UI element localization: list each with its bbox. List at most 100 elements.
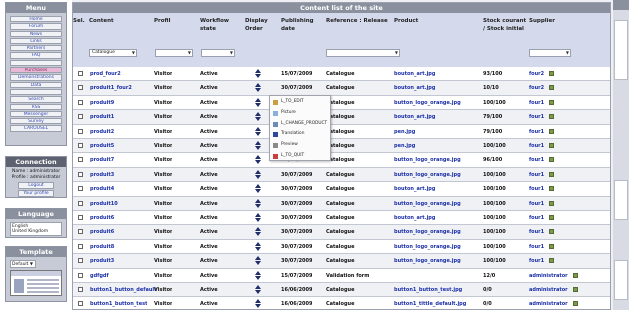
- product-link[interactable]: button_logo_orange.jpg: [394, 96, 461, 110]
- sidebar-item-news[interactable]: News: [10, 30, 62, 37]
- row-select-checkbox[interactable]: [78, 128, 83, 134]
- language-select[interactable]: English United Kingdom: [10, 222, 62, 236]
- arrow-up-icon[interactable]: [255, 256, 261, 261]
- sidebar-item-messenger[interactable]: Messenger: [10, 110, 62, 118]
- row-select-checkbox[interactable]: [78, 143, 83, 148]
- row-select-checkbox[interactable]: [78, 171, 83, 177]
- supplier-link[interactable]: four1: [529, 110, 544, 124]
- product-link[interactable]: button1_button_test.jpg: [394, 283, 462, 297]
- content-link[interactable]: produit10: [90, 197, 118, 211]
- supplier-image-icon[interactable]: [549, 243, 554, 249]
- supplier-image-icon[interactable]: [549, 258, 554, 264]
- arrow-up-icon[interactable]: [255, 227, 261, 232]
- your-profile-button[interactable]: Your profile: [18, 190, 54, 197]
- supplier-link[interactable]: four1: [529, 139, 544, 153]
- col-publishing-date[interactable]: Publishing date: [281, 17, 319, 33]
- arrow-down-icon[interactable]: [255, 189, 261, 194]
- arrow-up-icon[interactable]: [255, 270, 261, 275]
- product-link[interactable]: button_logo_orange.jpg: [394, 240, 461, 254]
- arrow-up-icon[interactable]: [255, 69, 261, 73]
- row-select-checkbox[interactable]: [78, 287, 83, 292]
- supplier-link[interactable]: four1: [529, 254, 544, 268]
- content-link[interactable]: produit4: [90, 182, 114, 196]
- arrow-up-icon[interactable]: [255, 112, 261, 117]
- arrow-up-icon[interactable]: [255, 184, 261, 189]
- content-link[interactable]: button1_button_test: [90, 297, 147, 309]
- supplier-link[interactable]: four1: [529, 197, 544, 211]
- supplier-link[interactable]: four1: [529, 225, 544, 239]
- supplier-image-icon[interactable]: [549, 186, 554, 192]
- supplier-link[interactable]: administrator: [529, 283, 568, 297]
- content-link[interactable]: produit5: [90, 139, 114, 153]
- arrow-down-icon[interactable]: [255, 174, 261, 179]
- row-select-checkbox[interactable]: [78, 99, 83, 105]
- supplier-link[interactable]: four1: [529, 168, 544, 182]
- sidebar-item-survey[interactable]: Survey: [10, 118, 62, 125]
- sidebar-item-rss[interactable]: RSS: [10, 103, 62, 110]
- product-link[interactable]: bouton_art.jpg: [394, 81, 435, 95]
- content-link[interactable]: produit6: [90, 225, 114, 239]
- arrow-down-icon[interactable]: [255, 275, 261, 280]
- supplier-link[interactable]: four1: [529, 153, 544, 167]
- product-link[interactable]: bouton_art.jpg: [394, 110, 435, 124]
- arrow-down-icon[interactable]: [255, 160, 261, 165]
- content-link[interactable]: button1_button_default: [90, 283, 157, 297]
- arrow-up-icon[interactable]: [255, 285, 261, 289]
- sidebar-item-purchases[interactable]: Purchases: [10, 67, 62, 74]
- supplier-link[interactable]: four1: [529, 240, 544, 254]
- supplier-image-icon[interactable]: [573, 301, 578, 307]
- supplier-image-icon[interactable]: [549, 99, 554, 105]
- arrow-down-icon[interactable]: [255, 246, 261, 251]
- arrow-up-icon[interactable]: [255, 126, 261, 131]
- sidebar-item-partners[interactable]: Partners: [10, 45, 62, 52]
- product-link[interactable]: pen.jpg: [394, 139, 415, 153]
- content-link[interactable]: produit1_four2: [90, 81, 132, 95]
- arrow-down-icon[interactable]: [255, 102, 261, 107]
- arrow-up-icon[interactable]: [255, 299, 261, 304]
- product-link[interactable]: button_logo_orange.jpg: [394, 225, 461, 239]
- arrow-up-icon[interactable]: [255, 155, 261, 160]
- sidebar-item-links[interactable]: Links: [10, 37, 62, 45]
- row-select-checkbox[interactable]: [78, 215, 83, 220]
- col-profil[interactable]: Profil: [154, 17, 170, 25]
- supplier-link[interactable]: four1: [529, 211, 544, 225]
- arrow-down-icon[interactable]: [255, 290, 261, 294]
- content-link[interactable]: produit3: [90, 254, 114, 268]
- arrow-down-icon[interactable]: [255, 232, 261, 237]
- row-select-checkbox[interactable]: [78, 114, 83, 120]
- context-menu-item-preview[interactable]: Preview: [271, 140, 330, 150]
- supplier-link[interactable]: four2: [529, 67, 544, 81]
- arrow-up-icon[interactable]: [255, 198, 261, 203]
- supplier-link[interactable]: four2: [529, 81, 544, 95]
- arrow-down-icon[interactable]: [255, 304, 261, 309]
- supplier-image-icon[interactable]: [549, 171, 554, 177]
- content-filter-select[interactable]: Catalogue ▼: [89, 49, 137, 57]
- workflow-filter-select[interactable]: ▼: [201, 49, 235, 57]
- supplier-image-icon[interactable]: [549, 229, 554, 235]
- arrow-down-icon[interactable]: [255, 131, 261, 136]
- sidebar-item-carousel[interactable]: CAROUSEL: [10, 125, 62, 132]
- row-select-checkbox[interactable]: [78, 301, 83, 307]
- col-content[interactable]: Content: [89, 17, 114, 25]
- arrow-down-icon[interactable]: [255, 146, 261, 150]
- arrow-down-icon[interactable]: [255, 117, 261, 122]
- supplier-link[interactable]: four1: [529, 182, 544, 196]
- supplier-image-icon[interactable]: [573, 287, 578, 292]
- product-link[interactable]: pen.jpg: [394, 125, 415, 139]
- supplier-link[interactable]: administrator: [529, 269, 568, 283]
- sidebar-item-forum[interactable]: Forum: [10, 23, 62, 30]
- arrow-up-icon[interactable]: [255, 169, 261, 174]
- supplier-link[interactable]: four1: [529, 125, 544, 139]
- supplier-image-icon[interactable]: [549, 71, 554, 76]
- supplier-link[interactable]: administrator: [529, 297, 568, 309]
- arrow-up-icon[interactable]: [255, 141, 261, 145]
- sidebar-item-search[interactable]: Search: [10, 96, 62, 103]
- product-link[interactable]: bouton_art.jpg: [394, 211, 435, 225]
- row-select-checkbox[interactable]: [78, 85, 83, 91]
- supplier-filter-select[interactable]: ▼: [529, 49, 571, 57]
- supplier-link[interactable]: four1: [529, 96, 544, 110]
- col-workflow-state[interactable]: Workflow state: [200, 17, 240, 33]
- product-link[interactable]: button_logo_orange.jpg: [394, 197, 461, 211]
- supplier-image-icon[interactable]: [549, 128, 554, 134]
- context-menu-item-translation[interactable]: Translation: [271, 129, 330, 139]
